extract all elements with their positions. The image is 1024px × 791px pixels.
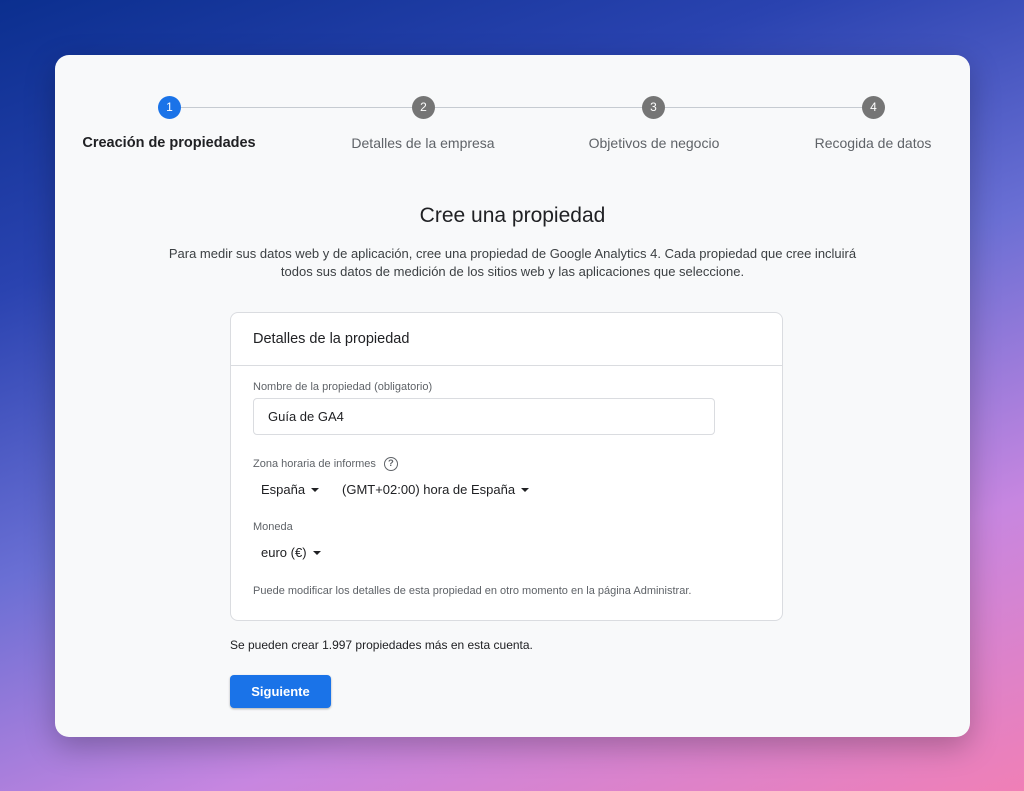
step-4-label: Recogida de datos [814, 135, 932, 151]
remaining-properties-text: Se pueden crear 1.997 propiedades más en… [230, 638, 533, 652]
country-value: España [261, 482, 306, 497]
timezone-label-row: Zona horaria de informes? [253, 457, 398, 471]
card-header: Detalles de la propiedad [231, 313, 782, 366]
currency-label: Moneda [253, 521, 293, 533]
page-title: Cree una propiedad [419, 204, 606, 227]
timezone-select[interactable]: (GMT+02:00) hora de España [342, 482, 530, 497]
step-3-indicator: 3 [642, 96, 665, 119]
step-connector [181, 107, 412, 108]
chevron-down-icon [521, 487, 530, 492]
intro-line-1: Para medir sus datos web y de aplicación… [168, 246, 857, 261]
step-connector [665, 107, 862, 108]
step-3-label: Objetivos de negocio [588, 135, 720, 151]
country-select[interactable]: España [261, 482, 320, 497]
timezone-value: (GMT+02:00) hora de España [342, 482, 516, 497]
intro-text: Para medir sus datos web y de aplicación… [115, 245, 910, 281]
step-1-indicator: 1 [158, 96, 181, 119]
timezone-label: Zona horaria de informes [253, 457, 376, 470]
card-note: Puede modificar los detalles de esta pro… [253, 585, 692, 597]
chevron-down-icon [312, 550, 321, 555]
property-name-label: Nombre de la propiedad (obligatorio) [253, 381, 433, 393]
chevron-down-icon [311, 487, 320, 492]
property-name-input[interactable] [253, 398, 715, 435]
help-icon[interactable]: ? [383, 457, 398, 471]
setup-window: 1 2 3 4 Creación de propiedades Detalles… [55, 55, 970, 737]
next-button[interactable]: Siguiente [230, 675, 331, 708]
property-details-card: Detalles de la propiedad Nombre de la pr… [230, 312, 783, 621]
currency-select[interactable]: euro (€) [261, 545, 321, 560]
step-2-indicator: 2 [412, 96, 435, 119]
stepper: 1 2 3 4 Creación de propiedades Detalles… [55, 55, 970, 175]
step-4-indicator: 4 [862, 96, 885, 119]
step-1-label: Creación de propiedades [82, 135, 256, 151]
step-connector [435, 107, 643, 108]
step-2-label: Detalles de la empresa [351, 135, 495, 151]
intro-line-2: todos sus datos de medición de los sitio… [280, 264, 745, 279]
currency-value: euro (€) [261, 545, 307, 560]
